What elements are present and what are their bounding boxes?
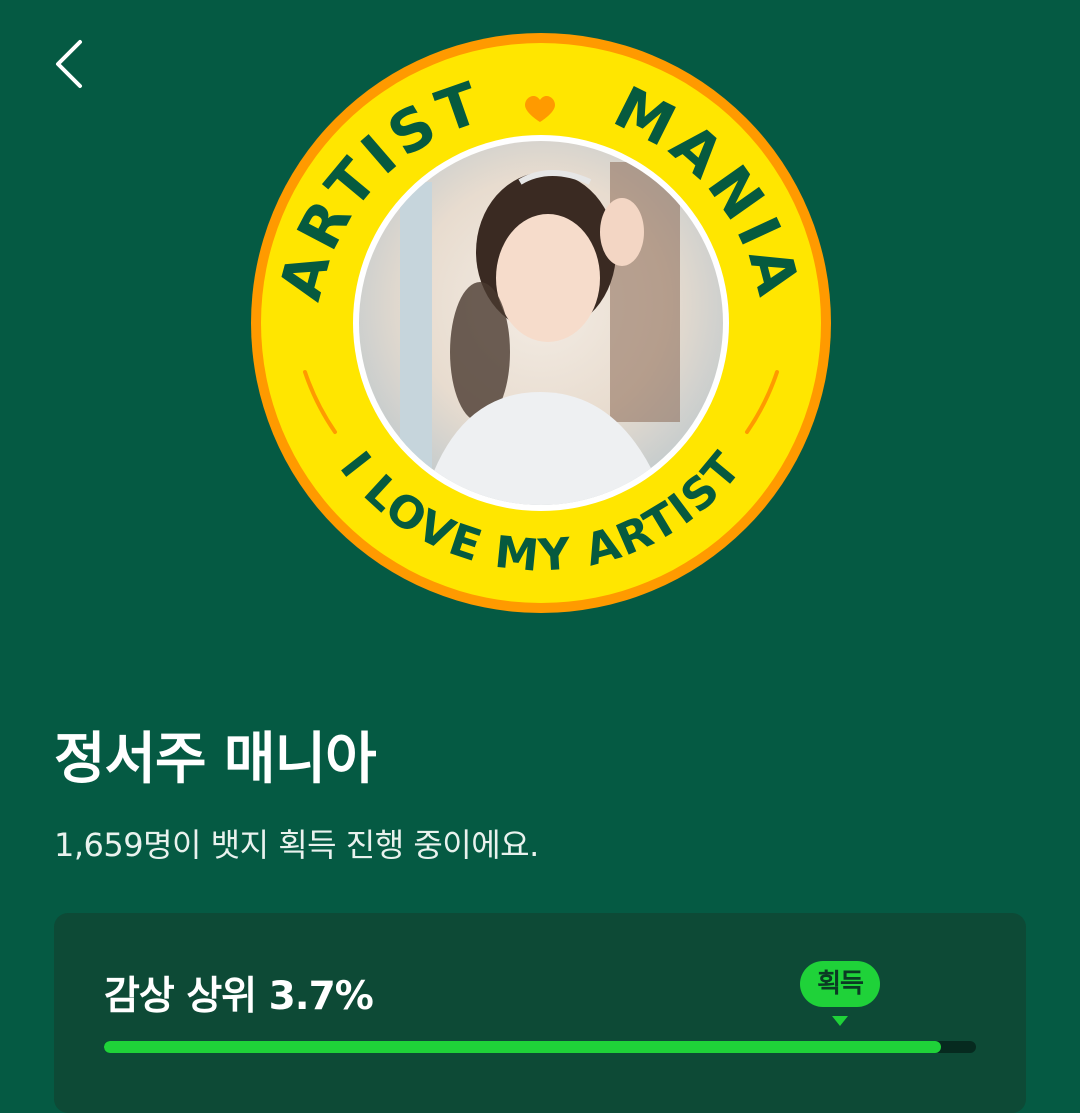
- progress-bar-fill: [104, 1041, 942, 1053]
- acquired-badge: 획득: [800, 961, 880, 1007]
- back-button[interactable]: [46, 32, 102, 96]
- badge-progress-card: 감상 상위 3.7% 획득: [54, 913, 1026, 1113]
- participant-count-text: 1,659명이 뱃지 획득 진행 중이에요.: [54, 826, 539, 864]
- chevron-left-icon: [56, 40, 82, 88]
- acquired-marker-arrow-icon: [832, 1016, 848, 1026]
- artist-mania-badge: ARTIST MANIA I LOVE MY ARTIST: [250, 32, 832, 614]
- acquired-marker: 획득: [800, 961, 880, 1029]
- page-title: 정서주 매니아: [54, 727, 377, 792]
- progress-bar: [104, 1041, 976, 1053]
- listening-rank-label: 감상 상위 3.7%: [104, 974, 374, 1019]
